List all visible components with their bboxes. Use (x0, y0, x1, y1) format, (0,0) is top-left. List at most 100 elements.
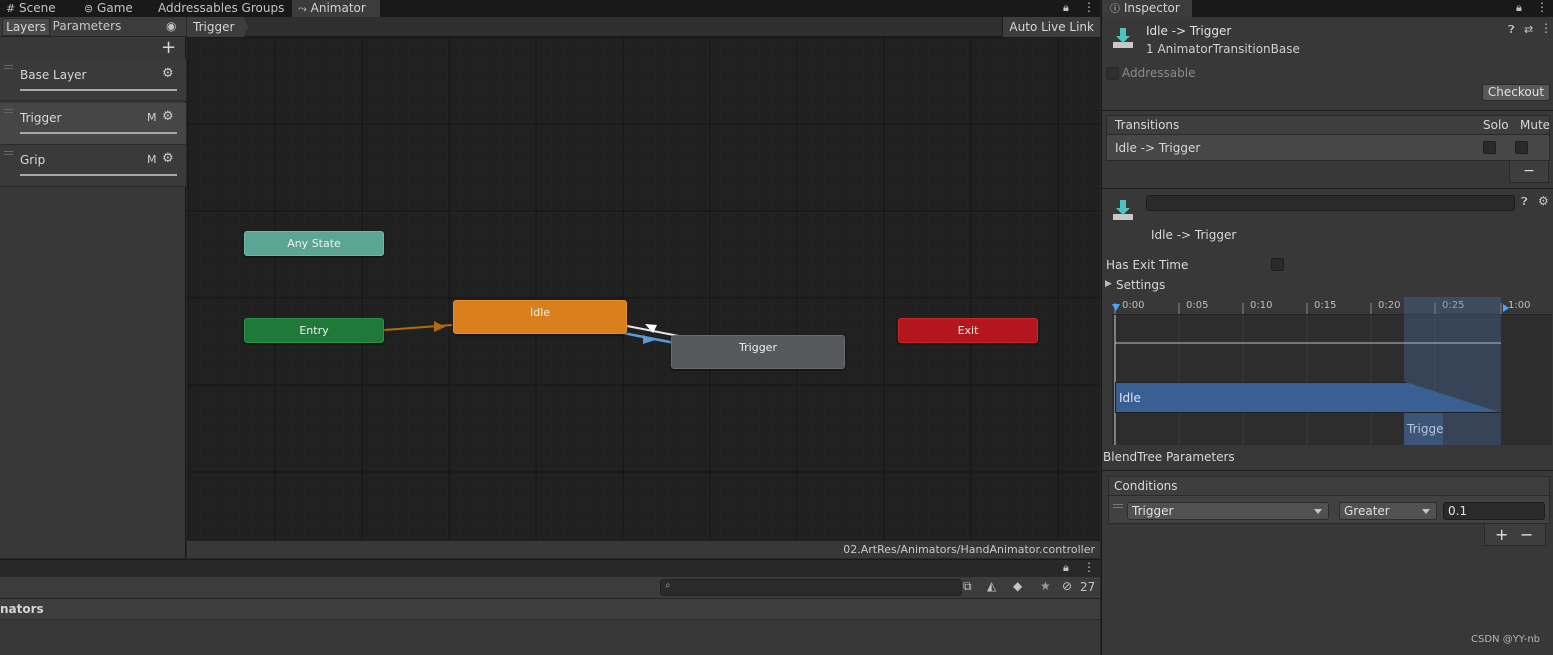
tab-addressables-groups[interactable]: Addressables Groups (152, 0, 290, 17)
tab-addressables-label: Addressables Groups (158, 1, 285, 15)
drag-handle-icon[interactable] (4, 151, 13, 155)
gamepad-icon: ⊜ (84, 2, 94, 15)
has-exit-time-checkbox[interactable] (1271, 258, 1284, 271)
mute-checkbox[interactable] (1515, 141, 1528, 154)
add-condition-button[interactable]: + (1495, 525, 1508, 544)
drag-handle-icon[interactable] (4, 109, 13, 113)
graph-toolbar: Trigger Auto Live Link (187, 17, 1100, 37)
foldout-arrow-icon[interactable]: ▶ (1105, 279, 1112, 289)
tab-animator[interactable]: ⤳ Animator (292, 0, 380, 17)
transitions-list-header: Transitions Solo Mute (1106, 115, 1550, 135)
tab-inspector-label: Inspector (1123, 1, 1180, 15)
transition-name-field[interactable] (1146, 195, 1515, 211)
label-tag-icon[interactable]: ◆ (1013, 579, 1022, 593)
blendtree-parameters-label: BlendTree Parameters (1103, 450, 1235, 464)
clip-bar-trigger[interactable]: Trigge (1404, 413, 1443, 445)
node-entry[interactable]: Entry (244, 318, 384, 343)
project-tabbar: 🔒︎ ⋮ (0, 559, 1100, 577)
node-any-state[interactable]: Any State (244, 231, 384, 256)
condition-add-remove: + − (1484, 524, 1546, 546)
layer-item-trigger[interactable]: Trigger M ⚙ (0, 103, 186, 145)
remove-condition-button[interactable]: − (1520, 525, 1533, 544)
layer-name: Base Layer (20, 68, 87, 82)
tab-layers[interactable]: Layers (2, 18, 50, 36)
kebab-menu-icon[interactable]: ⋮ (1083, 560, 1095, 574)
inspector-subtitle: 1 AnimatorTransitionBase (1146, 42, 1300, 56)
transition-timeline[interactable]: 0:00 0:05 0:10 0:15 0:20 0:25 1:00 Idle (1112, 297, 1552, 445)
node-idle[interactable]: Idle (453, 300, 627, 334)
search-input[interactable]: ⌕ (660, 579, 962, 596)
tab-inspector[interactable]: ⓘ Inspector (1102, 0, 1192, 17)
gear-icon[interactable]: ⚙ (1538, 194, 1549, 208)
add-layer-button[interactable]: + (161, 37, 176, 58)
project-panel: 🔒︎ ⋮ ⌕ ⧉ ◭ ◆ ★ ⊘ 27 nators (0, 559, 1100, 655)
condition-row[interactable]: Trigger Greater 0.1 (1108, 496, 1550, 524)
kebab-menu-icon[interactable]: ⋮ (1540, 21, 1552, 35)
tab-game-label: Game (97, 1, 133, 15)
divider (1102, 188, 1553, 189)
eye-icon[interactable]: ◉ (166, 19, 176, 33)
transition-list-row[interactable]: Idle -> Trigger (1106, 135, 1550, 161)
remove-transition-button[interactable]: − (1509, 161, 1549, 183)
layers-parameters-tabbar: Layers Parameters ◉ (0, 17, 186, 37)
checkout-button[interactable]: Checkout (1482, 84, 1550, 101)
layer-weight-bar (20, 174, 177, 176)
layer-item-grip[interactable]: Grip M ⚙ (0, 145, 186, 187)
lock-icon[interactable]: 🔒︎ (1063, 1, 1069, 15)
dropdown-value: Trigger (1132, 504, 1174, 518)
gear-icon[interactable]: ⚙ (162, 109, 174, 124)
kebab-menu-icon[interactable]: ⋮ (1536, 0, 1548, 14)
tab-game[interactable]: ⊜ Game (78, 0, 139, 17)
gear-icon[interactable]: ⚙ (162, 151, 174, 166)
filter-by-type-icon[interactable]: ◭ (987, 579, 996, 593)
breadcrumb-item: Trigger (193, 20, 235, 34)
search-by-type-icon[interactable]: ⧉ (963, 579, 972, 594)
tab-scene[interactable]: # Scene (0, 0, 62, 17)
node-trigger[interactable]: Trigger (671, 335, 845, 369)
node-exit[interactable]: Exit (898, 318, 1038, 343)
tab-parameters[interactable]: Parameters (51, 18, 123, 36)
breadcrumb[interactable]: Trigger (187, 17, 249, 37)
project-toolbar: ⌕ ⧉ ◭ ◆ ★ ⊘ 27 (0, 577, 1100, 599)
dock-tab-bar: # Scene ⊜ Game Addressables Groups ⤳ Ani… (0, 0, 1100, 17)
gear-icon[interactable]: ⚙ (162, 66, 174, 81)
kebab-menu-icon[interactable]: ⋮ (1083, 0, 1095, 14)
conditions-header-label: Conditions (1114, 479, 1178, 493)
layer-name: Grip (20, 153, 46, 167)
hidden-packages-icon[interactable]: ⊘ (1062, 579, 1072, 593)
inspector-tabbar: ⓘ Inspector 🔒︎ ⋮ (1102, 0, 1553, 17)
help-icon[interactable]: ❓︎ (1508, 23, 1515, 37)
conditions-header: Conditions (1108, 476, 1550, 496)
tab-animator-label: Animator (310, 1, 366, 15)
animator-graph[interactable]: Trigger Auto Live Link Any State Entry I… (187, 17, 1100, 558)
inspector-panel: ⓘ Inspector 🔒︎ ⋮ Idle -> Trigger 1 Anima… (1101, 0, 1553, 655)
layer-item-base-layer[interactable]: Base Layer ⚙ (0, 59, 186, 101)
transition-detail-label: Idle -> Trigger (1151, 228, 1237, 242)
condition-operator-dropdown[interactable]: Greater (1339, 502, 1437, 520)
transitions-header-label: Transitions (1115, 118, 1180, 132)
layer-weight-bar (20, 89, 177, 91)
chevron-down-icon (1422, 509, 1430, 514)
help-icon[interactable]: ❓︎ (1521, 195, 1528, 209)
settings-foldout[interactable]: Settings (1116, 278, 1165, 292)
drag-handle-icon[interactable] (4, 65, 13, 69)
clip-trigger-label: Trigge (1407, 422, 1443, 436)
addressable-checkbox[interactable] (1106, 67, 1119, 80)
condition-value-field[interactable]: 0.1 (1443, 502, 1545, 520)
hidden-count: 27 (1080, 580, 1096, 594)
drag-handle-icon[interactable] (1113, 504, 1123, 508)
inspector-title: Idle -> Trigger (1146, 24, 1232, 38)
folder-header: nators (0, 599, 1100, 620)
condition-parameter-dropdown[interactable]: Trigger (1127, 502, 1329, 520)
divider (1102, 110, 1553, 111)
solo-checkbox[interactable] (1483, 141, 1496, 154)
info-icon: ⓘ (1110, 4, 1120, 15)
lock-icon[interactable]: 🔒︎ (1516, 1, 1522, 15)
chevron-down-icon (1314, 509, 1322, 514)
transition-icon (1112, 26, 1134, 50)
auto-live-link-toggle[interactable]: Auto Live Link (1002, 17, 1100, 37)
lock-icon[interactable]: 🔒︎ (1063, 561, 1069, 575)
folder-title: nators (0, 602, 44, 616)
presets-icon[interactable]: ⇄ (1524, 23, 1533, 36)
favorite-star-icon[interactable]: ★ (1040, 579, 1051, 593)
